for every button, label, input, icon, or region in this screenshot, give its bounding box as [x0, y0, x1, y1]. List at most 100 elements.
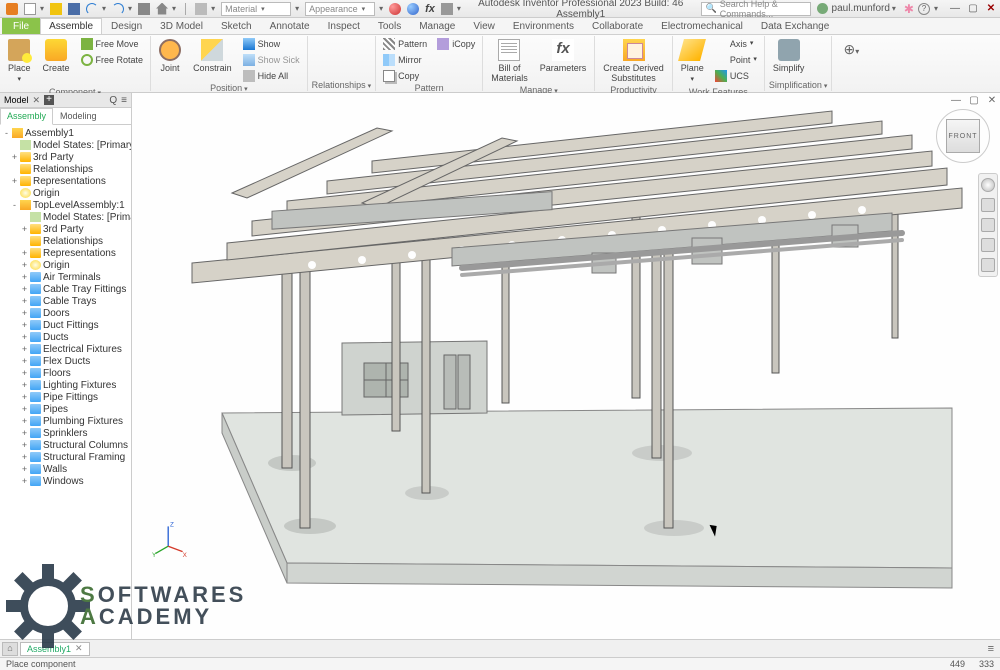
tree-node[interactable]: Relationships: [0, 163, 131, 175]
tree-node[interactable]: +Windows: [0, 475, 131, 487]
expand-icon[interactable]: +: [20, 320, 29, 330]
color-icon[interactable]: [389, 3, 401, 15]
simplify-button[interactable]: Simplify: [769, 37, 809, 75]
ribbon-tab-inspect[interactable]: Inspect: [319, 18, 369, 34]
tree-node[interactable]: +Cable Trays: [0, 295, 131, 307]
ribbon-tab-sketch[interactable]: Sketch: [212, 18, 261, 34]
minimize-button[interactable]: —: [946, 3, 964, 14]
browser-add-icon[interactable]: +: [44, 95, 54, 105]
browser-close-icon[interactable]: ✕: [33, 95, 41, 106]
ribbon-tab-assemble[interactable]: Assemble: [40, 18, 102, 34]
expand-icon[interactable]: +: [20, 344, 29, 354]
tab-assembly[interactable]: Assembly: [0, 108, 53, 125]
home-icon[interactable]: [156, 3, 168, 15]
open-icon[interactable]: [50, 3, 62, 15]
tree-node[interactable]: Model States: [Primary]: [0, 211, 131, 223]
plane-button[interactable]: Plane▾: [677, 37, 708, 87]
show-button[interactable]: Show: [240, 37, 303, 51]
pattern-button[interactable]: Pattern: [380, 37, 430, 51]
tree-node[interactable]: +Ducts: [0, 331, 131, 343]
axis-triad[interactable]: Z Y X: [152, 521, 188, 557]
ribbon-tab-environments[interactable]: Environments: [504, 18, 583, 34]
expand-icon[interactable]: +: [20, 296, 29, 306]
ribbon-tab-design[interactable]: Design: [102, 18, 151, 34]
close-tab-icon[interactable]: ✕: [75, 643, 83, 654]
free-move-button[interactable]: Free Move: [78, 37, 147, 51]
material-icon[interactable]: [407, 3, 419, 15]
tree-node[interactable]: Origin: [0, 187, 131, 199]
viewport[interactable]: — ▢ ✕ FRONT: [132, 93, 1000, 639]
expand-icon[interactable]: +: [20, 476, 29, 486]
expand-icon[interactable]: +: [20, 464, 29, 474]
expand-icon[interactable]: +: [20, 272, 29, 282]
expand-icon[interactable]: +: [20, 260, 29, 270]
expand-icon[interactable]: +: [20, 392, 29, 402]
dropdown-icon[interactable]: ▾: [211, 4, 215, 13]
model-tree[interactable]: -Assembly1 Model States: [Primary]+3rd Pa…: [0, 125, 131, 639]
style-icon[interactable]: [195, 3, 207, 15]
document-tab[interactable]: Assembly1✕: [20, 642, 90, 656]
undo-icon[interactable]: [86, 3, 98, 15]
tabs-menu-icon[interactable]: ≡: [988, 643, 994, 655]
ribbon-tab-annotate[interactable]: Annotate: [261, 18, 319, 34]
expand-icon[interactable]: +: [20, 332, 29, 342]
expand-icon[interactable]: +: [20, 248, 29, 258]
tree-node[interactable]: +Duct Fittings: [0, 319, 131, 331]
expand-icon[interactable]: +: [20, 308, 29, 318]
hide-all-button[interactable]: Hide All: [240, 69, 303, 83]
dropdown-icon[interactable]: ▾: [128, 4, 132, 13]
ribbon-tab-file[interactable]: File: [2, 18, 40, 34]
tree-node[interactable]: +3rd Party: [0, 223, 131, 235]
more-button[interactable]: ⊕▾: [836, 37, 866, 63]
icopy-button[interactable]: iCopy: [434, 37, 478, 51]
ribbon-tab-manage[interactable]: Manage: [410, 18, 464, 34]
tree-node[interactable]: +Lighting Fixtures: [0, 379, 131, 391]
favorite-icon[interactable]: ✱: [904, 2, 914, 16]
tree-node[interactable]: +Pipe Fittings: [0, 391, 131, 403]
tree-node[interactable]: +Floors: [0, 367, 131, 379]
tree-node[interactable]: -TopLevelAssembly:1: [0, 199, 131, 211]
ribbon-tab-view[interactable]: View: [464, 18, 504, 34]
fx-icon[interactable]: fx: [425, 3, 435, 15]
tree-node[interactable]: +Doors: [0, 307, 131, 319]
expand-icon[interactable]: +: [20, 404, 29, 414]
expand-icon[interactable]: +: [20, 416, 29, 426]
search-icon[interactable]: Q: [109, 95, 117, 106]
tree-node[interactable]: Relationships: [0, 235, 131, 247]
tree-node[interactable]: +Plumbing Fixtures: [0, 415, 131, 427]
help-search-input[interactable]: 🔍Search Help & Commands...: [701, 2, 811, 16]
dropdown-icon[interactable]: ▾: [295, 4, 299, 13]
free-rotate-button[interactable]: Free Rotate: [78, 53, 147, 67]
create-button[interactable]: Create: [39, 37, 74, 75]
expand-icon[interactable]: +: [20, 428, 29, 438]
tree-node[interactable]: +Electrical Fixtures: [0, 343, 131, 355]
expand-icon[interactable]: +: [20, 380, 29, 390]
tree-node[interactable]: +Representations: [0, 247, 131, 259]
copy-button[interactable]: Copy: [380, 69, 430, 83]
redo-icon[interactable]: [112, 3, 124, 15]
select-icon[interactable]: [138, 3, 150, 15]
tree-node[interactable]: +Air Terminals: [0, 271, 131, 283]
measure-icon[interactable]: [441, 3, 453, 15]
place-button[interactable]: Place▾: [4, 37, 35, 87]
mirror-button[interactable]: Mirror: [380, 53, 430, 67]
tree-node[interactable]: -Assembly1: [0, 127, 131, 139]
parameters-button[interactable]: fxParameters: [536, 37, 591, 75]
help-icon[interactable]: ?: [918, 3, 930, 15]
expand-icon[interactable]: +: [20, 224, 29, 234]
expand-icon[interactable]: +: [10, 176, 19, 186]
ribbon-tab-collaborate[interactable]: Collaborate: [583, 18, 652, 34]
maximize-button[interactable]: ▢: [964, 3, 982, 14]
app-icon[interactable]: [6, 3, 18, 15]
expand-icon[interactable]: -: [10, 200, 19, 210]
tree-node[interactable]: +Cable Tray Fittings: [0, 283, 131, 295]
constrain-button[interactable]: Constrain: [189, 37, 236, 75]
home-tab-button[interactable]: ⌂: [2, 642, 18, 656]
ribbon-tab-tools[interactable]: Tools: [369, 18, 410, 34]
dropdown-icon[interactable]: ▾: [379, 4, 383, 13]
tree-node[interactable]: +Structural Framing: [0, 451, 131, 463]
ribbon-tab-3d-model[interactable]: 3D Model: [151, 18, 212, 34]
expand-icon[interactable]: +: [20, 440, 29, 450]
bom-button[interactable]: Bill of Materials: [487, 37, 532, 85]
dropdown-icon[interactable]: ▾: [102, 4, 106, 13]
